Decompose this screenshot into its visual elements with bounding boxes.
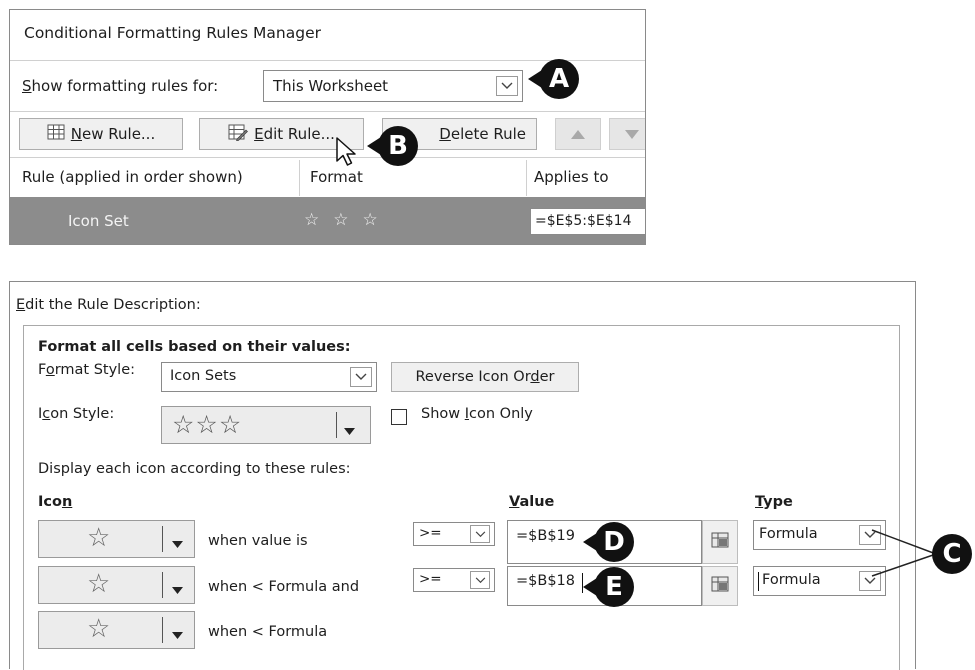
applies-to-value: =$E$5:$E$14	[535, 213, 632, 229]
delete-rule-label: Delete Rule	[439, 125, 526, 143]
edit-rule-label: Edit Rule...	[254, 125, 335, 143]
new-rule-button[interactable]: New Rule...	[19, 118, 183, 150]
format-style-dropdown[interactable]: Icon Sets	[161, 362, 377, 392]
star-icons: ☆☆☆	[304, 210, 392, 230]
operator-dropdown-1[interactable]: >=	[413, 522, 495, 546]
show-icon-only-checkbox[interactable]	[391, 409, 407, 425]
rule-condition-3: when < Formula	[208, 624, 328, 640]
reverse-icon-order-button[interactable]: Reverse Icon Order	[391, 362, 579, 392]
type-value-1: Formula	[759, 526, 818, 542]
column-divider	[299, 160, 300, 196]
mouse-pointer-icon	[336, 137, 356, 166]
display-rules-text: Display each icon according to these rul…	[38, 461, 351, 477]
dropdown-divider	[162, 617, 163, 643]
table-row[interactable]: Icon Set ☆☆☆ =$E$5:$E$14	[10, 197, 645, 244]
callout-c-pointer-lines	[871, 529, 937, 577]
icon-dropdown-1[interactable]: ☆	[38, 520, 195, 558]
triangle-down-icon[interactable]	[172, 625, 183, 643]
star-icon: ☆	[87, 614, 111, 644]
show-rules-label: Show formatting rules for:	[22, 77, 219, 95]
edit-rule-icon	[228, 124, 249, 145]
rule-condition-1: when value is	[208, 533, 308, 549]
star-icon: ☆	[87, 523, 111, 553]
callout-d: D	[594, 522, 634, 562]
dropdown-divider	[336, 412, 337, 438]
edit-rule-description-panel: Edit the Rule Description: Format all ce…	[9, 281, 916, 670]
column-header-icon: Icon	[38, 494, 73, 510]
icon-dropdown-3[interactable]: ☆	[38, 611, 195, 649]
new-rule-icon	[47, 124, 65, 144]
move-down-button[interactable]	[609, 118, 645, 150]
callout-a: A	[539, 59, 579, 99]
column-header-format: Format	[310, 168, 363, 186]
rules-manager-dialog: Conditional Formatting Rules Manager Sho…	[9, 9, 646, 245]
icon-dropdown-2[interactable]: ☆	[38, 566, 195, 604]
value-text-1: =$B$19	[516, 528, 575, 544]
column-divider	[526, 160, 527, 196]
operator-dropdown-2[interactable]: >=	[413, 568, 495, 592]
star-icons: ☆☆☆	[172, 410, 243, 439]
icon-style-dropdown[interactable]: ☆☆☆	[161, 406, 371, 444]
operator-value-1: >=	[419, 525, 442, 541]
column-header-type: Type	[755, 494, 793, 510]
applies-to-field[interactable]: =$E$5:$E$14	[530, 208, 645, 235]
table-top-border	[10, 157, 645, 158]
triangle-down-icon[interactable]	[172, 534, 183, 552]
new-rule-label: New Rule...	[70, 125, 156, 143]
triangle-down-icon[interactable]	[172, 580, 183, 598]
value-text-2: =$B$18	[516, 573, 575, 589]
type-value-2: Formula	[762, 572, 821, 588]
chevron-down-icon[interactable]	[350, 367, 372, 387]
dropdown-divider	[162, 572, 163, 598]
show-icon-only-label: Show Icon Only	[421, 406, 533, 422]
star-icon: ☆	[87, 569, 111, 599]
range-picker-icon	[711, 532, 729, 552]
dialog-title: Conditional Formatting Rules Manager	[24, 24, 321, 42]
show-rules-dropdown[interactable]: This Worksheet	[263, 70, 523, 102]
edit-panel-header: Edit the Rule Description:	[16, 297, 201, 313]
callout-c: C	[932, 534, 972, 574]
rule-name: Icon Set	[68, 212, 129, 230]
chevron-down-icon[interactable]	[470, 525, 490, 543]
rule-condition-2: when < Formula and	[208, 579, 360, 595]
callout-b: B	[378, 126, 418, 166]
focus-cursor	[758, 572, 759, 591]
triangle-down-icon[interactable]	[344, 421, 355, 439]
show-rules-value: This Worksheet	[273, 77, 389, 95]
operator-value-2: >=	[419, 571, 442, 587]
triangle-up-icon	[571, 125, 585, 143]
triangle-down-icon	[625, 125, 639, 143]
column-header-rule: Rule (applied in order shown)	[22, 168, 243, 186]
format-style-value: Icon Sets	[170, 368, 237, 384]
callout-e: E	[594, 567, 634, 607]
format-style-label: Format Style:	[38, 362, 136, 378]
icon-style-label: Icon Style:	[38, 406, 115, 422]
chevron-down-icon[interactable]	[496, 76, 518, 96]
toolbar-divider	[10, 111, 645, 112]
range-picker-icon	[711, 576, 729, 596]
range-picker-button-2[interactable]	[702, 566, 738, 606]
column-header-applies-to: Applies to	[534, 168, 609, 186]
section-title: Format all cells based on their values:	[38, 339, 351, 355]
range-picker-button-1[interactable]	[702, 520, 738, 564]
reverse-icon-order-label: Reverse Icon Order	[415, 369, 555, 385]
move-up-button[interactable]	[555, 118, 601, 150]
column-header-value: Value	[509, 494, 555, 510]
chevron-down-icon[interactable]	[470, 571, 490, 589]
dropdown-divider	[162, 526, 163, 552]
